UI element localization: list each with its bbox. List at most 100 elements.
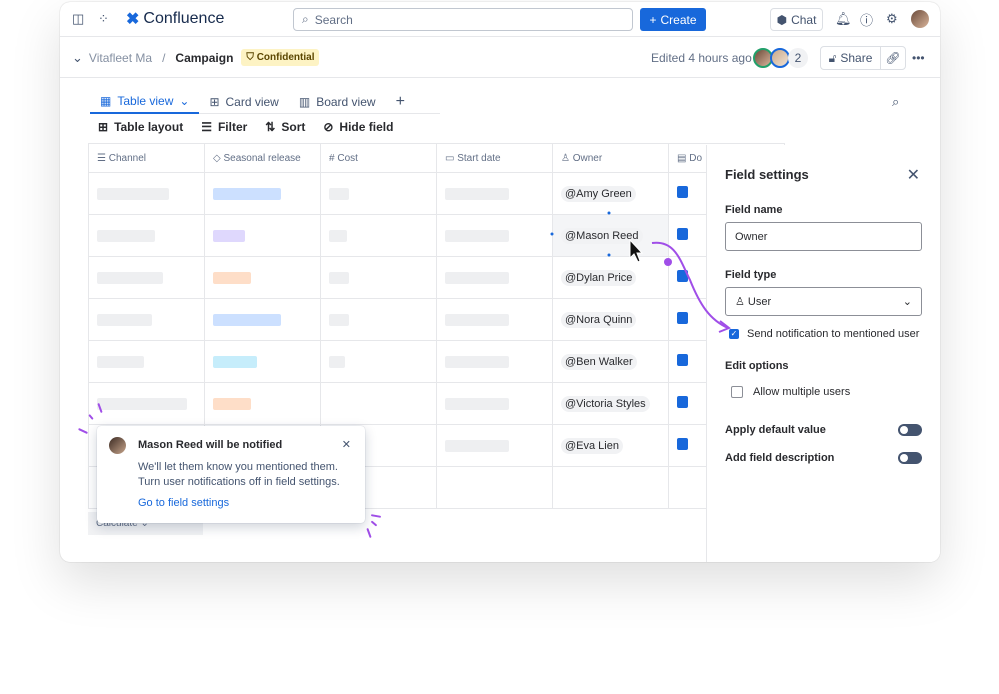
app-switcher-icon[interactable]: ⁘ (98, 11, 109, 27)
table-cell[interactable] (320, 382, 437, 425)
confluence-icon: ✖ (126, 11, 140, 28)
search-icon[interactable]: ⌕ (892, 94, 899, 110)
table-cell[interactable] (320, 172, 437, 215)
table-cell[interactable]: @Ben Walker (552, 340, 669, 383)
view-tabs: ▦ Table view ⌄ ⊞ Card view ▥ Board view + (90, 90, 440, 114)
add-description-toggle[interactable] (898, 452, 922, 464)
table-cell[interactable] (436, 424, 553, 467)
table-cell[interactable] (204, 382, 321, 425)
chevron-down-icon[interactable]: ⌄ (179, 94, 189, 108)
filter-button[interactable]: ☰ Filter (201, 120, 247, 134)
sidebar-toggle-icon[interactable]: ◫ (72, 11, 84, 27)
table-cell[interactable] (436, 256, 553, 299)
tab-card-view[interactable]: ⊞ Card view (199, 90, 288, 114)
table-cell[interactable] (320, 256, 437, 299)
placeholder-bar (329, 187, 349, 200)
breadcrumb-space[interactable]: Vitafleet Ma (89, 51, 152, 65)
table-cell[interactable] (320, 340, 437, 383)
table-layout-button[interactable]: ⊞ Table layout (98, 120, 183, 134)
document-icon[interactable] (677, 438, 688, 450)
tab-label: Table view (117, 93, 174, 108)
table-cell[interactable] (320, 214, 437, 257)
add-view-button[interactable]: + (386, 90, 415, 114)
table-cell[interactable] (88, 382, 205, 425)
lock-icon: 🔓︎ (828, 50, 837, 65)
table-cell[interactable] (204, 172, 321, 215)
send-notification-option[interactable]: ✓ Send notification to mentioned user (725, 328, 922, 340)
allow-multiple-option[interactable]: Allow multiple users (725, 386, 922, 398)
field-name-input[interactable]: Owner (725, 222, 922, 251)
table-row[interactable]: @Victoria Styles (88, 382, 785, 425)
column-start-date[interactable]: ▭ Start date (436, 143, 553, 173)
confidential-badge[interactable]: ⛉ Confidential (241, 49, 320, 66)
table-cell[interactable] (88, 298, 205, 341)
search-input[interactable]: ⌕ Search (293, 8, 633, 31)
owner-mention[interactable]: @Victoria Styles (561, 395, 650, 412)
share-button[interactable]: 🔓︎ Share 🔗︎ (820, 46, 906, 70)
table-cell[interactable] (436, 298, 553, 341)
close-icon[interactable]: ✕ (907, 165, 920, 185)
bell-icon[interactable]: 🔔︎ (835, 11, 852, 27)
column-label: Channel (108, 152, 147, 164)
placeholder-bar (329, 355, 345, 368)
table-cell[interactable] (88, 340, 205, 383)
table-cell[interactable] (204, 298, 321, 341)
close-icon[interactable]: ✕ (342, 438, 351, 451)
table-cell[interactable] (436, 340, 553, 383)
table-cell[interactable] (88, 214, 205, 257)
table-cell[interactable] (552, 466, 669, 509)
label: Sort (281, 120, 306, 134)
table-cell[interactable] (320, 298, 437, 341)
table-cell[interactable] (436, 214, 553, 257)
column-owner[interactable]: ♙ Owner (552, 143, 669, 173)
owner-mention[interactable]: @Ben Walker (561, 353, 637, 370)
go-to-field-settings-link[interactable]: Go to field settings (138, 497, 345, 509)
column-seasonal-release[interactable]: ◇ Seasonal release (204, 143, 321, 173)
table-cell[interactable] (436, 382, 553, 425)
user-avatar[interactable] (911, 10, 929, 28)
table-cell[interactable] (436, 172, 553, 215)
table-row[interactable]: @Ben Walker (88, 340, 785, 383)
owner-mention[interactable]: @Eva Lien (561, 437, 623, 454)
tab-board-view[interactable]: ▥ Board view (289, 90, 386, 114)
document-icon[interactable] (677, 396, 688, 408)
confluence-logo[interactable]: ✖ Confluence (126, 9, 224, 29)
collaborator-count[interactable]: 2 (788, 48, 808, 68)
link-icon[interactable]: 🔗︎ (881, 47, 905, 69)
sort-icon: ⇅ (265, 120, 276, 134)
document-icon[interactable] (677, 186, 688, 198)
table-cell[interactable]: @Victoria Styles (552, 382, 669, 425)
table-cell[interactable] (204, 214, 321, 257)
placeholder-bar (97, 229, 155, 242)
checkbox[interactable] (731, 386, 743, 398)
field-type-select[interactable]: ♙ User ⌄ (725, 287, 922, 316)
create-button[interactable]: + Create (640, 8, 706, 31)
tab-table-view[interactable]: ▦ Table view ⌄ (90, 90, 200, 114)
plus-icon: + (395, 92, 405, 110)
collaborator-avatar[interactable] (770, 48, 790, 68)
apply-default-toggle[interactable] (898, 424, 922, 436)
sort-button[interactable]: ⇅ Sort (265, 120, 305, 134)
help-icon[interactable]: ⓘ (860, 10, 873, 29)
column-label: Seasonal release (223, 152, 301, 164)
chevron-down-icon[interactable]: ⌄ (72, 50, 83, 66)
breadcrumb: ⌄ Vitafleet Ma / Campaign ⛉ Confidential… (60, 38, 940, 78)
hide-field-button[interactable]: ⊘ Hide field (323, 120, 393, 134)
column-cost[interactable]: # Cost (320, 143, 437, 173)
column-channel[interactable]: ☰ Channel (88, 143, 205, 173)
table-cell[interactable] (204, 340, 321, 383)
gear-icon[interactable]: ⚙ (886, 11, 898, 27)
table-cell[interactable]: @Eva Lien (552, 424, 669, 467)
table-cell[interactable] (436, 466, 553, 509)
breadcrumb-page[interactable]: Campaign (175, 51, 233, 65)
table-cell[interactable] (88, 256, 205, 299)
chat-button[interactable]: ⬢ Chat (770, 8, 823, 31)
table-cell[interactable] (204, 256, 321, 299)
field-type-label: Field type (725, 269, 777, 281)
more-icon[interactable]: ••• (912, 51, 925, 65)
mason-reed-avatar (109, 437, 126, 454)
document-icon[interactable] (677, 354, 688, 366)
allow-multiple-label: Allow multiple users (753, 386, 851, 398)
annotation-arrow (550, 211, 731, 333)
table-cell[interactable] (88, 172, 205, 215)
